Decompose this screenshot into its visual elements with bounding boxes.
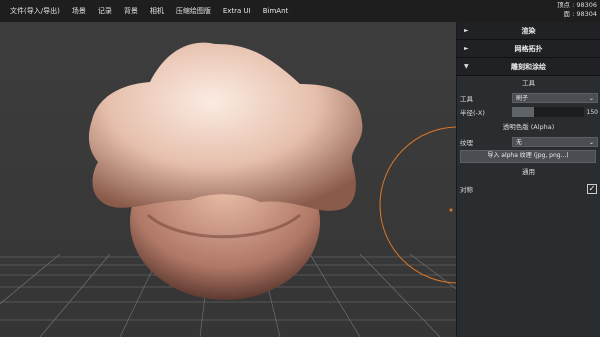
texture-row: 纹理 无 ⌄ (457, 136, 600, 148)
tools-heading: 工具 (522, 79, 535, 87)
texture-label: 纹理 (460, 139, 473, 147)
section-render[interactable]: ► 渲染 (457, 22, 600, 40)
symmetry-row: 对称 ✓ (457, 183, 600, 195)
brush-center (449, 208, 453, 212)
radius-label: 半径(-X) (460, 109, 485, 117)
import-alpha-button[interactable]: 导入 alpha 纹理 (jpg, png...) (460, 150, 596, 163)
triangle-down-icon: ▼ (464, 63, 469, 70)
section-topology-label: 网格拓扑 (514, 44, 543, 53)
tool-select-value: 刷子 (516, 95, 529, 102)
menu-camera[interactable]: 相机 (144, 6, 170, 16)
radius-row: 半径(-X) 150 (457, 106, 600, 118)
symmetry-label: 对称 (460, 186, 473, 194)
side-panel: ► 渲染 ► 网格拓扑 ▼ 雕刻和涂绘 工具 工具 刷子 ⌄ 半径(-X) 15… (456, 22, 600, 337)
menu-extra-ui[interactable]: Extra UI (217, 7, 257, 15)
tool-select[interactable]: 刷子 ⌄ (512, 93, 598, 103)
brush-ring (379, 126, 456, 284)
chevron-down-icon: ⌄ (588, 139, 594, 146)
mesh-stats: 顶点 : 98306 面 : 98304 (557, 1, 597, 19)
face-count: 面 : 98304 (563, 10, 598, 18)
viewport-3d[interactable] (0, 22, 456, 337)
chevron-down-icon: ⌄ (588, 95, 594, 102)
radius-value: 150 (586, 108, 598, 116)
texture-select-value: 无 (516, 139, 523, 146)
triangle-right-icon: ► (464, 45, 469, 52)
menu-background[interactable]: 背景 (118, 6, 144, 16)
section-render-label: 渲染 (521, 26, 536, 35)
menu-history[interactable]: 记录 (92, 6, 118, 16)
alpha-heading: 透明色版 (Alpha) (502, 123, 555, 131)
menu-bar: 文件(导入/导出) 场景 记录 背景 相机 压缩绘图版 Extra UI Bim… (0, 0, 600, 22)
head-snout (88, 42, 363, 211)
symmetry-checkbox[interactable]: ✓ (587, 184, 597, 194)
general-heading: 通用 (522, 168, 535, 176)
menu-file[interactable]: 文件(导入/导出) (0, 6, 66, 16)
menu-tablet[interactable]: 压缩绘图版 (170, 6, 217, 16)
radius-slider[interactable] (512, 107, 584, 117)
texture-select[interactable]: 无 ⌄ (512, 137, 598, 147)
section-topology[interactable]: ► 网格拓扑 (457, 40, 600, 58)
triangle-right-icon: ► (464, 27, 469, 34)
vertex-count: 顶点 : 98306 (557, 1, 597, 9)
menu-scene[interactable]: 场景 (66, 6, 92, 16)
section-sculpt-label: 雕刻和涂绘 (511, 62, 546, 71)
section-sculpt[interactable]: ▼ 雕刻和涂绘 (457, 58, 600, 76)
menu-bimant[interactable]: BimAnt (257, 7, 295, 15)
tool-row: 工具 刷子 ⌄ (457, 92, 600, 104)
radius-slider-fill (512, 107, 534, 117)
viewport-scene (0, 42, 456, 337)
tool-label: 工具 (460, 95, 473, 103)
